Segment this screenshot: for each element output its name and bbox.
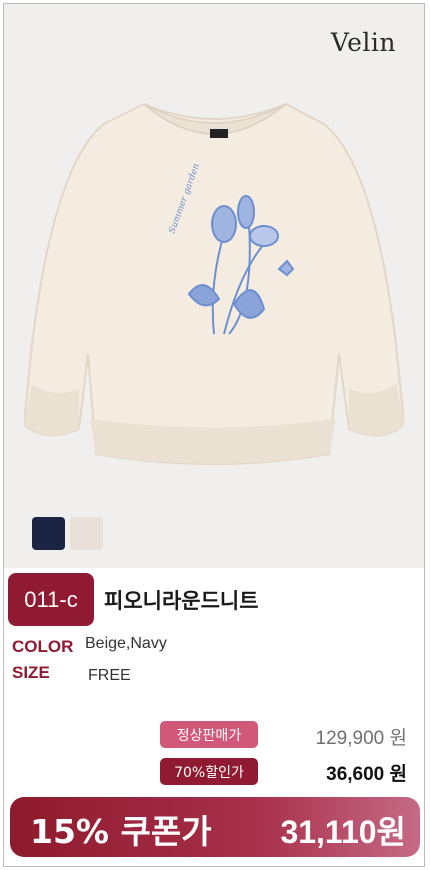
sale-price-label: 70%할인가 [160, 758, 258, 785]
normal-price-value: 129,900 원 [315, 728, 407, 749]
product-code-badge: 011-c [8, 573, 94, 626]
color-option-label: COLOR [12, 637, 74, 656]
brand-logo: Velin [330, 28, 396, 57]
color-option-value: Beige,Navy [85, 635, 167, 652]
sale-price-value: 36,600 원 [326, 764, 407, 785]
swatch-navy[interactable] [32, 517, 65, 550]
coupon-price-bar[interactable]: 15% 쿠폰가 31,110원 [10, 797, 420, 857]
product-name[interactable]: 피오니라운드니트 [104, 585, 259, 615]
product-image-area[interactable]: Velin Summer garden [4, 4, 424, 568]
size-option-label: SIZE [12, 663, 50, 682]
coupon-label: 15% 쿠폰가 [30, 812, 212, 851]
coupon-price-value: 31,110원 [280, 814, 406, 850]
normal-price-label: 정상판매가 [160, 721, 258, 748]
sweater-image: Summer garden [24, 102, 404, 465]
swatch-beige[interactable] [70, 517, 103, 550]
size-option-value: FREE [88, 667, 131, 684]
